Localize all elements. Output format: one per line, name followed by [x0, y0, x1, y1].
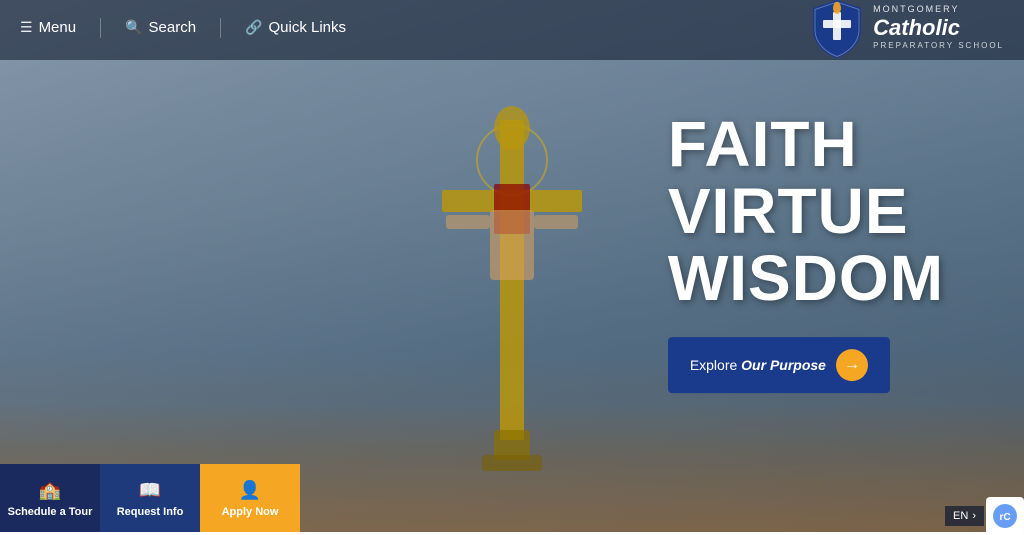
menu-label: Menu	[39, 19, 77, 36]
hero-tagline: FAITH VIRTUE WISDOM	[668, 111, 944, 313]
schedule-tour-button[interactable]: 🏫 Schedule a Tour	[0, 464, 100, 532]
logo-prep: PREPARATORY SCHOOL	[873, 41, 1004, 51]
info-label: Request Info	[117, 506, 184, 518]
info-icon: 📖	[138, 478, 162, 502]
nav-divider-2	[220, 18, 221, 38]
recaptcha-badge: rC	[986, 497, 1024, 535]
logo-text: MONTGOMERY Catholic PREPARATORY SCHOOL	[873, 4, 1004, 51]
search-label: Search	[149, 19, 197, 36]
lang-current: EN	[953, 510, 968, 522]
navigation: ☰ Menu 🔍 Search 🔗 Quick Links MONTGOMERY…	[0, 0, 1024, 55]
apply-now-button[interactable]: 👤 Apply Now	[200, 464, 300, 532]
hero-line-2: VIRTUE	[668, 178, 944, 245]
tour-icon: 🏫	[38, 478, 62, 502]
hero-line-1: FAITH	[668, 111, 944, 178]
logo-shield	[811, 0, 863, 58]
logo-montgomery: MONTGOMERY	[873, 4, 1004, 15]
svg-text:rC: rC	[999, 512, 1010, 523]
logo-area: MONTGOMERY Catholic PREPARATORY SCHOOL	[811, 0, 1004, 58]
hero-line-3: WISDOM	[668, 246, 944, 313]
menu-button[interactable]: ☰ Menu	[20, 19, 76, 36]
menu-icon: ☰	[20, 19, 33, 36]
tour-label: Schedule a Tour	[8, 506, 93, 518]
hero-content: FAITH VIRTUE WISDOM Explore Our Purpose …	[668, 111, 944, 393]
link-icon: 🔗	[245, 19, 262, 36]
quicklinks-button[interactable]: 🔗 Quick Links	[245, 19, 346, 36]
logo-catholic: Catholic	[873, 15, 1004, 41]
language-selector[interactable]: EN ›	[945, 506, 984, 526]
action-bar: 🏫 Schedule a Tour 📖 Request Info 👤 Apply…	[0, 464, 300, 532]
request-info-button[interactable]: 📖 Request Info	[100, 464, 200, 532]
nav-divider-1	[100, 18, 101, 38]
explore-arrow-icon: →	[836, 349, 868, 381]
quicklinks-label: Quick Links	[269, 19, 347, 36]
explore-button[interactable]: Explore Our Purpose →	[668, 337, 890, 393]
explore-label: Explore Our Purpose	[690, 357, 826, 373]
lang-arrow: ›	[972, 510, 976, 522]
apply-icon: 👤	[238, 478, 262, 502]
search-button[interactable]: 🔍 Search	[125, 19, 196, 36]
search-icon: 🔍	[125, 19, 142, 36]
lang-bar: EN › rC	[945, 500, 1024, 532]
apply-label: Apply Now	[222, 506, 279, 518]
cross-image	[402, 30, 622, 490]
nav-left: ☰ Menu 🔍 Search 🔗 Quick Links	[20, 18, 346, 38]
